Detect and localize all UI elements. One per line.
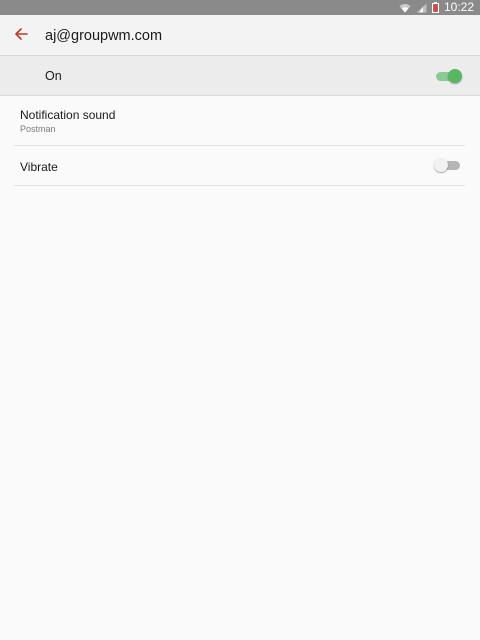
master-switch-row[interactable]: On bbox=[0, 56, 480, 96]
status-bar: 10:22 bbox=[0, 0, 480, 15]
notification-sound-row[interactable]: Notification sound Postman bbox=[14, 96, 465, 146]
status-icons: 10:22 bbox=[399, 0, 474, 15]
notification-sound-value: Postman bbox=[20, 124, 56, 134]
arrow-back-icon bbox=[14, 27, 28, 46]
toggle-thumb bbox=[434, 158, 448, 172]
notification-sound-title: Notification sound bbox=[20, 108, 116, 122]
back-button[interactable] bbox=[10, 25, 32, 47]
status-time: 10:22 bbox=[443, 0, 474, 14]
page-title: aj@groupwm.com bbox=[45, 28, 163, 44]
vibrate-title: Vibrate bbox=[20, 160, 58, 174]
toggle-thumb bbox=[448, 69, 462, 83]
master-switch-label: On bbox=[45, 69, 62, 83]
battery-low-icon bbox=[431, 2, 439, 13]
wifi-icon bbox=[399, 3, 411, 13]
vibrate-row[interactable]: Vibrate bbox=[14, 146, 465, 186]
signal-icon bbox=[416, 3, 427, 13]
master-toggle-switch[interactable] bbox=[436, 68, 462, 84]
app-bar: aj@groupwm.com bbox=[0, 15, 480, 55]
vibrate-toggle-switch[interactable] bbox=[434, 157, 462, 173]
